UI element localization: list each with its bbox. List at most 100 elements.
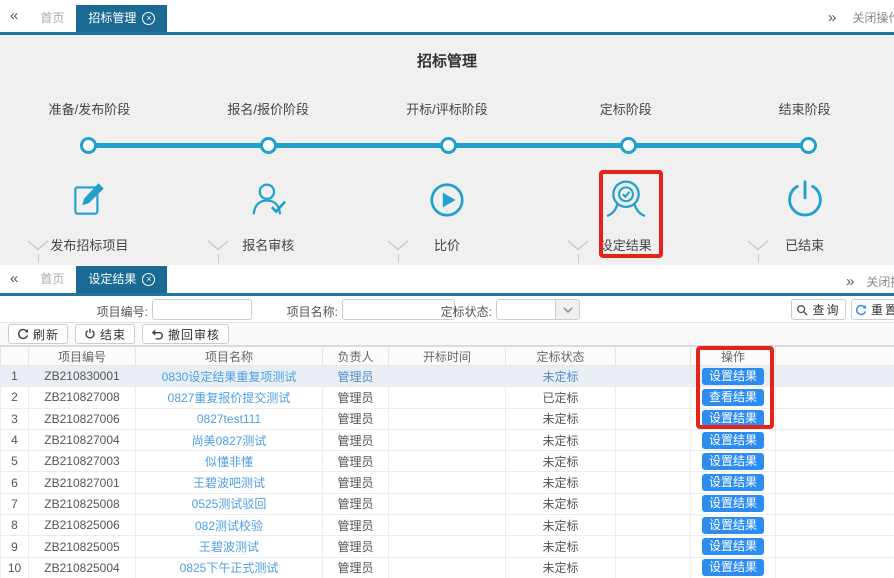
project-code-input[interactable] bbox=[152, 299, 252, 320]
stage-action-label[interactable]: 设定结果 bbox=[600, 235, 652, 254]
blank-cell bbox=[776, 515, 894, 536]
stage-action-label[interactable]: 已结束 bbox=[785, 235, 824, 254]
column-header: 定标状态 bbox=[506, 347, 616, 366]
award-check-icon[interactable] bbox=[601, 175, 651, 225]
row-number: 7 bbox=[1, 493, 29, 514]
project-name-link[interactable]: 似懂非懂 bbox=[205, 455, 253, 469]
status-cell: 未定标 bbox=[506, 557, 616, 578]
result-action-button[interactable]: 查看结果 bbox=[702, 389, 764, 406]
project-name-link[interactable]: 0827test111 bbox=[197, 412, 261, 426]
search-filter-bar: 项目编号: 项目名称: 定标状态: 查询 重置 bbox=[0, 296, 894, 323]
owner-cell: 管理员 bbox=[323, 515, 389, 536]
result-action-button[interactable]: 设置结果 bbox=[702, 559, 764, 576]
project-name-link[interactable]: 0825下午正式测试 bbox=[180, 561, 279, 575]
close-operations-menu[interactable]: 关闭操作 bbox=[866, 273, 894, 290]
row-number: 1 bbox=[1, 366, 29, 387]
project-name-link[interactable]: 0525测试驳回 bbox=[192, 497, 267, 511]
results-table-body: 1 ZB210830001 0830设定结果重复项测试 管理员 未定标 设置结果… bbox=[1, 366, 894, 578]
refresh-button[interactable]: 刷新 bbox=[8, 324, 68, 344]
double-chevron-left-icon[interactable]: « bbox=[0, 7, 28, 26]
stage-action-label[interactable]: 比价 bbox=[434, 235, 460, 254]
projects-table: 项目编号项目名称负责人开标时间定标状态操作 1 ZB210830001 0830… bbox=[0, 346, 894, 578]
blank-cell bbox=[776, 387, 894, 408]
inner-tab-bar: « 首页 设定结果 × » 关闭操作 bbox=[0, 265, 894, 296]
stage-column: 结束阶段 已结束 bbox=[715, 35, 894, 265]
blank-cell bbox=[616, 451, 691, 472]
project-name-label: 项目名称: bbox=[278, 303, 338, 320]
tab-home-inner[interactable]: 首页 bbox=[28, 266, 76, 293]
stage-phase-label: 结束阶段 bbox=[779, 99, 831, 116]
project-name-link[interactable]: 082测试校验 bbox=[195, 519, 263, 533]
project-name-cell: 似懂非懂 bbox=[136, 451, 323, 472]
close-operations-menu[interactable]: 关闭操作▾ bbox=[852, 9, 894, 26]
action-cell: 设置结果 bbox=[691, 408, 776, 429]
project-name-link[interactable]: 王碧波测试 bbox=[199, 540, 259, 554]
query-button[interactable]: 查询 bbox=[791, 299, 846, 320]
reset-button[interactable]: 重置 bbox=[851, 299, 894, 320]
result-action-button[interactable]: 设置结果 bbox=[702, 474, 764, 491]
award-status-select[interactable] bbox=[496, 299, 580, 320]
project-code-cell: ZB210825005 bbox=[29, 536, 136, 557]
tab-bidding-management[interactable]: 招标管理 × bbox=[76, 5, 167, 32]
owner-cell: 管理员 bbox=[323, 472, 389, 493]
undo-icon bbox=[151, 328, 164, 341]
blank-cell bbox=[616, 493, 691, 514]
withdraw-review-button[interactable]: 撤回审核 bbox=[142, 324, 229, 344]
result-action-button[interactable]: 设置结果 bbox=[702, 368, 764, 385]
column-header: 开标时间 bbox=[389, 347, 506, 366]
close-tab-icon[interactable]: × bbox=[142, 273, 155, 286]
column-header: 项目名称 bbox=[136, 347, 323, 366]
result-action-button[interactable]: 设置结果 bbox=[702, 453, 764, 470]
chevron-down-icon bbox=[555, 300, 579, 319]
status-cell: 未定标 bbox=[506, 451, 616, 472]
result-action-button[interactable]: 设置结果 bbox=[702, 495, 764, 512]
row-number: 2 bbox=[1, 387, 29, 408]
blank-cell bbox=[616, 387, 691, 408]
double-chevron-left-icon[interactable]: « bbox=[0, 270, 28, 289]
bidding-process-panel: 招标管理 准备/发布阶段 发布招标项目 报名/报价阶段 报名审核 开标/评标阶段… bbox=[0, 35, 894, 265]
end-button[interactable]: 结束 bbox=[75, 324, 135, 344]
open-time-cell bbox=[389, 408, 506, 429]
table-row: 2 ZB210827008 0827重复报价提交测试 管理员 已定标 查看结果 bbox=[1, 387, 894, 408]
result-action-button[interactable]: 设置结果 bbox=[702, 538, 764, 555]
play-circle-icon[interactable] bbox=[422, 175, 472, 225]
power-icon[interactable] bbox=[780, 175, 830, 225]
project-name-link[interactable]: 王碧波吧测试 bbox=[193, 476, 265, 490]
blank-cell bbox=[616, 472, 691, 493]
owner-cell: 管理员 bbox=[323, 429, 389, 450]
open-time-cell bbox=[389, 366, 506, 387]
close-tab-icon[interactable]: × bbox=[142, 12, 155, 25]
stage-column: 准备/发布阶段 发布招标项目 bbox=[0, 35, 179, 265]
open-time-cell bbox=[389, 451, 506, 472]
table-row: 4 ZB210827004 尚美0827测试 管理员 未定标 设置结果 bbox=[1, 429, 894, 450]
project-code-label: 项目编号: bbox=[60, 303, 148, 320]
project-name-link[interactable]: 尚美0827测试 bbox=[192, 434, 267, 448]
stage-action-label[interactable]: 报名审核 bbox=[242, 235, 294, 254]
result-action-button[interactable]: 设置结果 bbox=[702, 432, 764, 449]
stage-phase-label: 定标阶段 bbox=[600, 99, 652, 116]
table-row: 3 ZB210827006 0827test111 管理员 未定标 设置结果 bbox=[1, 408, 894, 429]
row-number: 9 bbox=[1, 536, 29, 557]
table-row: 10 ZB210825004 0825下午正式测试 管理员 未定标 设置结果 bbox=[1, 557, 894, 578]
top-tab-bar: « 首页 招标管理 × » 关闭操作▾ bbox=[0, 0, 894, 35]
stage-column: 定标阶段 设定结果 bbox=[536, 35, 715, 265]
stage-phase-label: 报名/报价阶段 bbox=[227, 99, 309, 116]
project-name-link[interactable]: 0827重复报价提交测试 bbox=[168, 391, 291, 405]
power-icon bbox=[84, 328, 96, 340]
edit-document-icon[interactable] bbox=[64, 175, 114, 225]
double-chevron-right-icon[interactable]: » bbox=[828, 9, 836, 26]
tab-set-result[interactable]: 设定结果 × bbox=[76, 266, 167, 293]
project-code-cell: ZB210827003 bbox=[29, 451, 136, 472]
stage-action-label[interactable]: 发布招标项目 bbox=[50, 235, 128, 254]
project-name-link[interactable]: 0830设定结果重复项测试 bbox=[162, 370, 297, 384]
tab-home[interactable]: 首页 bbox=[28, 5, 76, 32]
column-header: 操作 bbox=[691, 347, 776, 366]
user-check-icon[interactable] bbox=[243, 175, 293, 225]
result-action-button[interactable]: 设置结果 bbox=[702, 517, 764, 534]
action-cell: 设置结果 bbox=[691, 515, 776, 536]
project-code-cell: ZB210827001 bbox=[29, 472, 136, 493]
result-action-button[interactable]: 设置结果 bbox=[702, 410, 764, 427]
project-code-cell: ZB210825006 bbox=[29, 515, 136, 536]
status-cell: 未定标 bbox=[506, 366, 616, 387]
double-chevron-right-icon[interactable]: » bbox=[846, 273, 854, 290]
